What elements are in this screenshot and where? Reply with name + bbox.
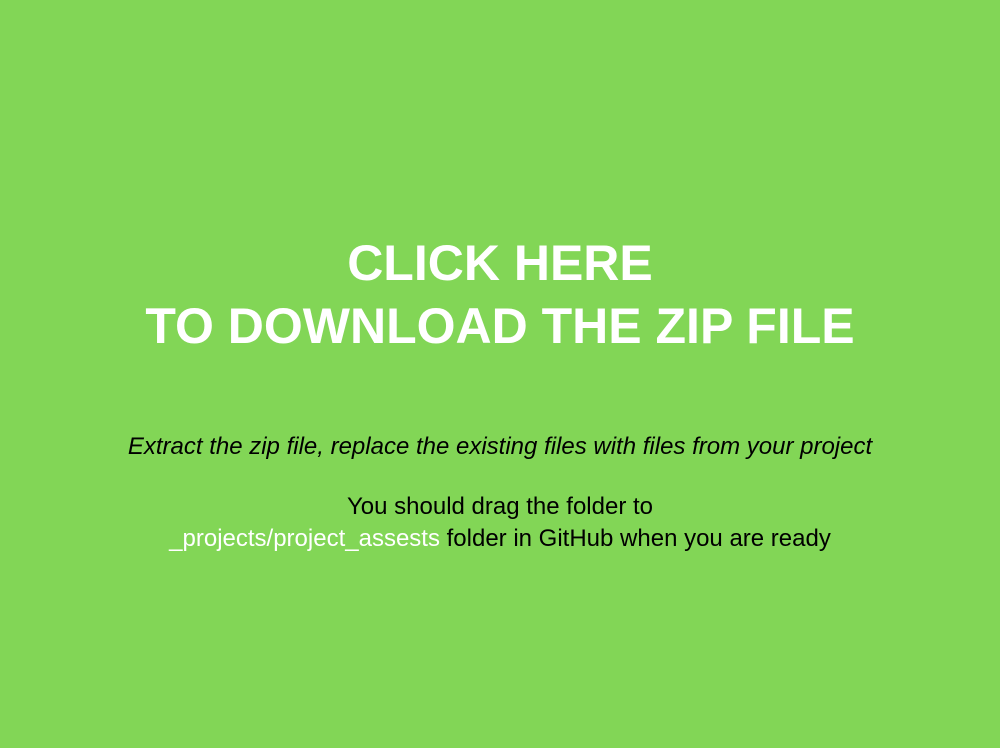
- download-link-line-1[interactable]: CLICK HERE: [0, 232, 1000, 295]
- note-line-1: You should drag the folder to: [346, 493, 653, 520]
- note-line-2: _projects/project_assests folder in GitH…: [0, 523, 1000, 555]
- download-zip-link[interactable]: CLICK HERE TO DOWNLOAD THE ZIP FILE: [0, 232, 1000, 358]
- note-line-2-rest: folder in GitHub when you are ready: [439, 525, 831, 552]
- page: CLICK HERE TO DOWNLOAD THE ZIP FILE Extr…: [0, 0, 1000, 748]
- download-link-line-2[interactable]: TO DOWNLOAD THE ZIP FILE: [0, 295, 1000, 358]
- extract-instruction: Extract the zip file, replace the existi…: [127, 433, 873, 460]
- drag-folder-note: You should drag the folder to _projects/…: [0, 491, 1000, 555]
- project-assets-path: _projects/project_assests: [169, 525, 440, 552]
